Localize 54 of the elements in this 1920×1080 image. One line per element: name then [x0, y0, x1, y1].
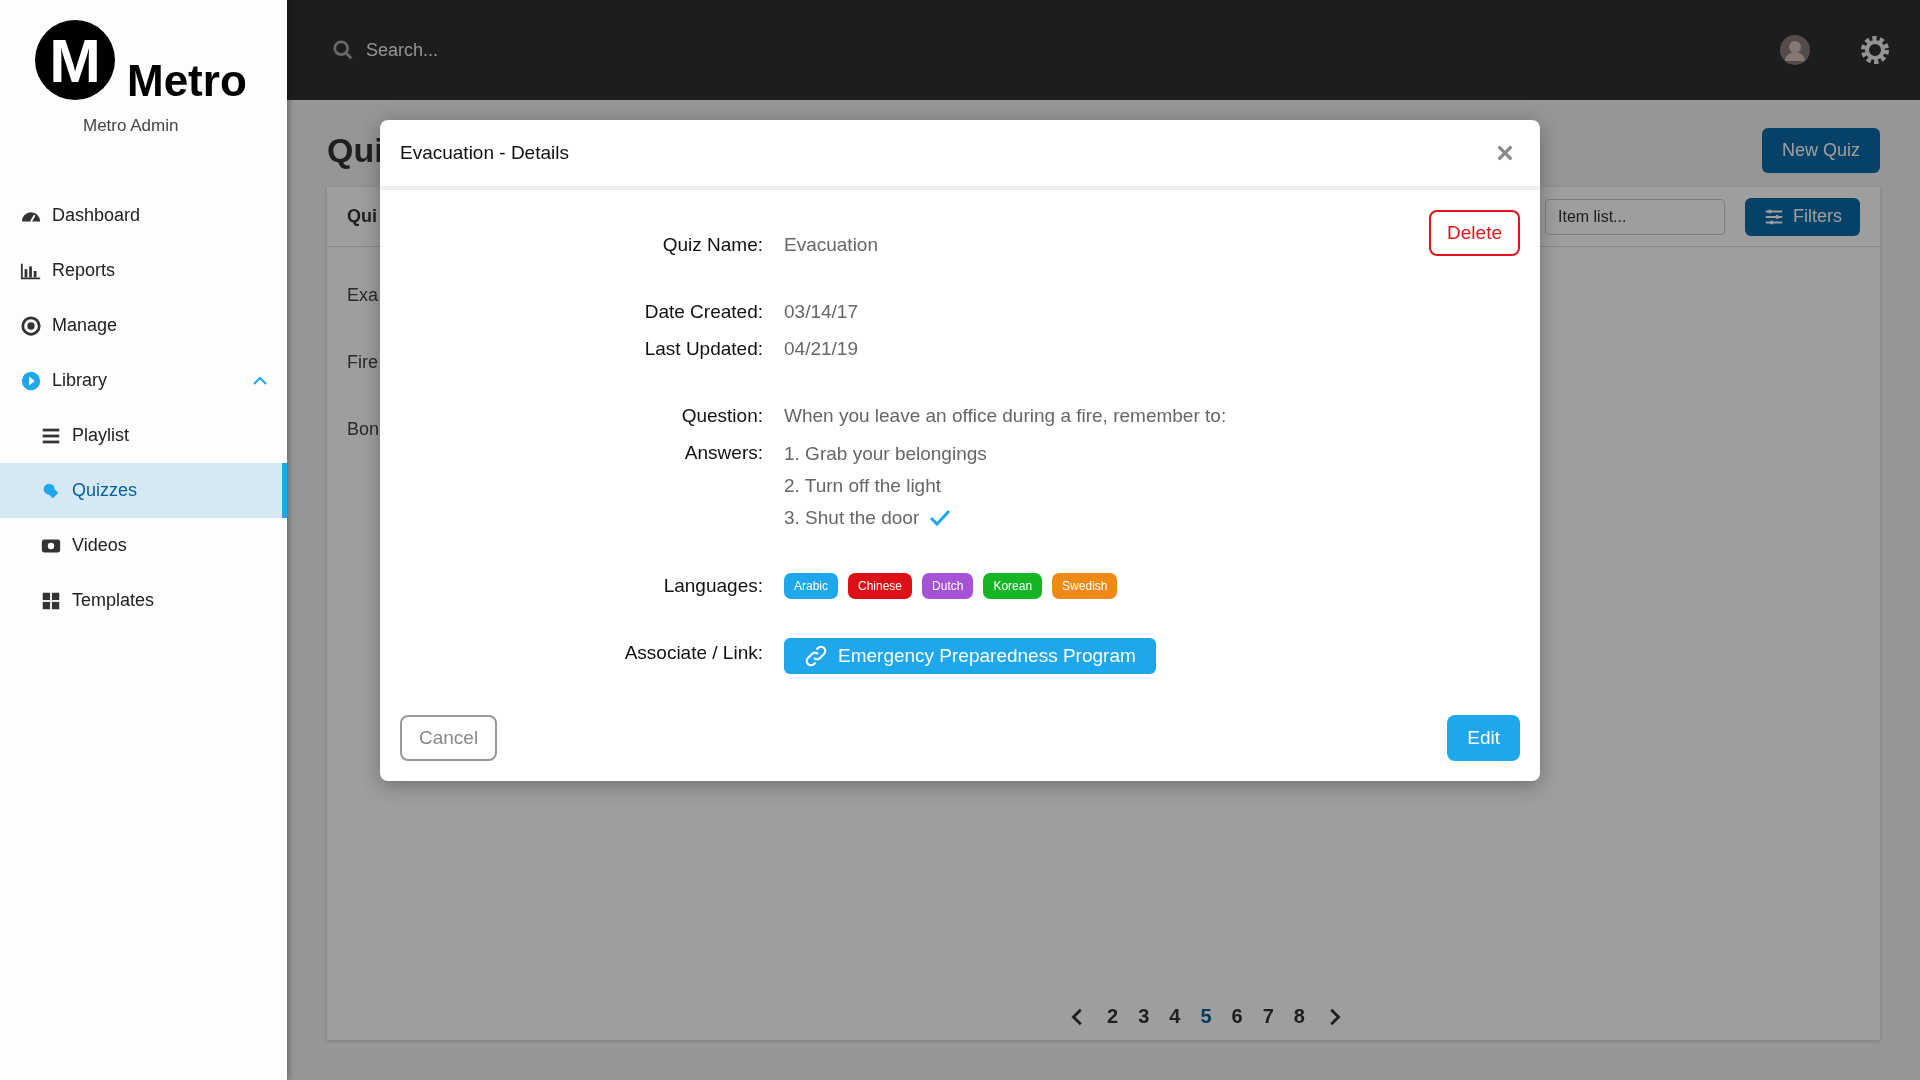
language-tag: Korean [983, 573, 1043, 599]
nav-item[interactable]: Playlist [0, 408, 287, 463]
page-number[interactable]: 7 [1260, 1003, 1276, 1030]
nav-item[interactable]: Videos [0, 518, 287, 573]
field-label: Date Created: [643, 300, 763, 324]
search-field[interactable]: Search... [364, 38, 664, 62]
page-number[interactable]: 5 [1198, 1003, 1214, 1030]
language-tag: Arabic [784, 573, 838, 599]
logo-text: Metro [127, 56, 247, 106]
answer-text: 3. Shut the door [784, 506, 920, 530]
field-value: Evacuation [784, 233, 879, 257]
field-label: Languages: [662, 574, 763, 598]
field-label: Question: [680, 404, 763, 428]
column-header: Qui [347, 206, 377, 227]
new-quiz-button[interactable]: New Quiz [1761, 127, 1880, 173]
nav-item[interactable]: Library [0, 353, 287, 408]
search-field[interactable]: Item list... [1545, 198, 1725, 235]
play-circle-icon [20, 369, 42, 392]
search-icon [332, 39, 354, 61]
nav-item[interactable]: Manage [0, 298, 287, 353]
field-label: Last Updated: [643, 337, 763, 361]
field-value: When you leave an office during a fire, remember to: [784, 404, 1228, 428]
answer-text: 2. Turn off the light [784, 474, 942, 498]
answer-text: 1. Grab your belongings [784, 442, 987, 466]
link-icon [804, 644, 828, 668]
nav-item[interactable]: Dashboard [0, 188, 287, 243]
language-tag: Dutch [922, 573, 974, 599]
settings-icon[interactable] [1860, 35, 1890, 65]
page-number[interactable]: 4 [1167, 1003, 1183, 1030]
language-tag: Chinese [848, 573, 913, 599]
table-cell-text: Fire [347, 351, 378, 374]
table-cell-text: Exa [347, 284, 379, 307]
field-label: Associate / Link: [623, 641, 763, 665]
avatar-icon[interactable] [1780, 35, 1810, 65]
cancel-button[interactable]: Cancel [400, 715, 498, 761]
filters-button[interactable]: Filters [1745, 197, 1860, 236]
field-label: Quiz Name: [661, 233, 763, 257]
field-value: 04/21/19 [784, 337, 859, 361]
page-number[interactable]: 2 [1105, 1003, 1121, 1030]
language-tag: Swedish [1052, 573, 1118, 599]
table-cell-text: Bon [347, 418, 380, 441]
logo-mark: M [35, 20, 115, 100]
subtitle: Metro Admin [83, 116, 180, 136]
page-title: Qui [327, 130, 384, 170]
page-number[interactable]: 8 [1291, 1003, 1307, 1030]
delete-button[interactable]: Delete [1429, 210, 1520, 256]
nav-item[interactable]: Reports [0, 243, 287, 298]
page-number[interactable]: 3 [1136, 1003, 1152, 1030]
field-value: 03/14/17 [784, 300, 859, 324]
page-number[interactable]: 6 [1229, 1003, 1245, 1030]
nav-item[interactable]: Quizzes [0, 463, 287, 518]
nav-item[interactable]: Templates [0, 573, 287, 628]
field-label: Answers: [683, 441, 763, 465]
dialog-title: Evacuation - Details [400, 142, 569, 164]
